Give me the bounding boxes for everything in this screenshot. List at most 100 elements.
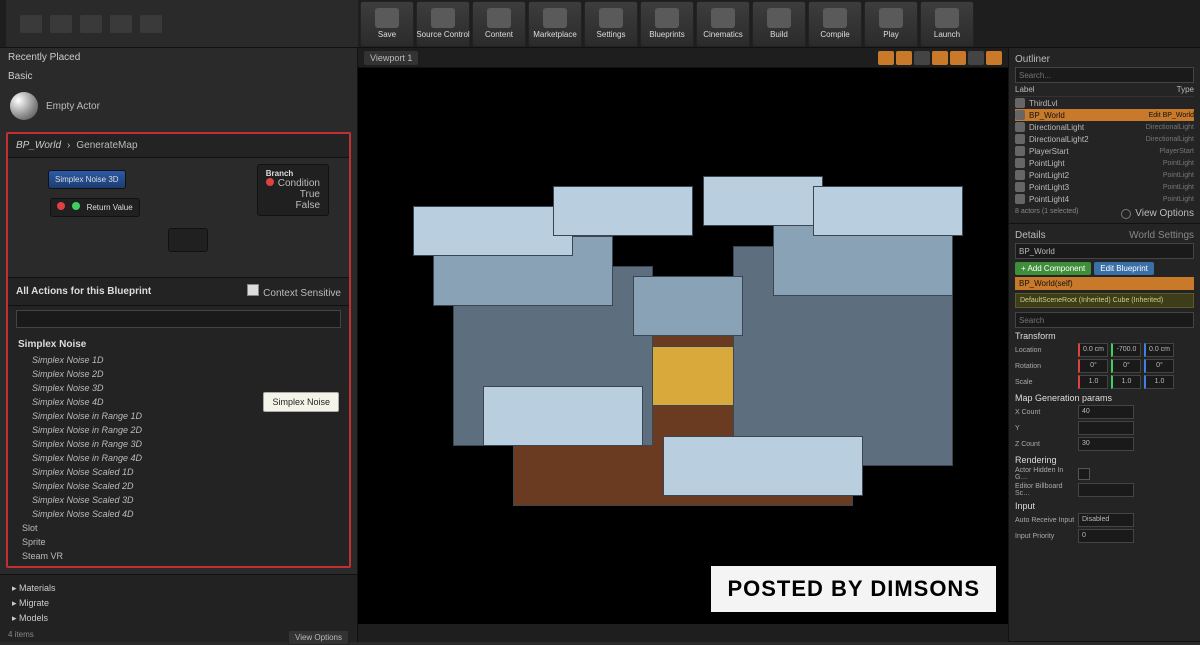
location-z-input[interactable]: 0.0 cm bbox=[1144, 343, 1174, 357]
transform-header[interactable]: Transform bbox=[1015, 328, 1194, 342]
content-folder[interactable]: ▸ Models bbox=[8, 611, 349, 626]
zcount-input[interactable]: 30 bbox=[1078, 437, 1134, 451]
view-options-button[interactable]: View Options bbox=[1121, 208, 1194, 219]
outliner-col-type[interactable]: Type bbox=[1177, 85, 1194, 94]
mode-tab[interactable] bbox=[80, 15, 102, 33]
details-tab[interactable]: Details bbox=[1015, 230, 1046, 241]
viewport-mode-button[interactable] bbox=[896, 51, 912, 65]
y-input[interactable] bbox=[1078, 421, 1134, 435]
visibility-eye-icon[interactable] bbox=[1015, 170, 1025, 180]
toolbar-content-button[interactable]: Content bbox=[472, 1, 526, 47]
outliner-search-input[interactable] bbox=[1015, 67, 1194, 83]
viewport-mode-button[interactable] bbox=[968, 51, 984, 65]
outliner-row[interactable]: PointLight3PointLight bbox=[1015, 181, 1194, 193]
visibility-eye-icon[interactable] bbox=[1015, 146, 1025, 156]
toolbar-compile-button[interactable]: Compile bbox=[808, 1, 862, 47]
viewport-mode-button[interactable] bbox=[986, 51, 1002, 65]
tree-item[interactable]: Simplex Noise in Range 4D bbox=[8, 451, 349, 465]
visibility-eye-icon[interactable] bbox=[1015, 194, 1025, 204]
rotation-x-input[interactable]: 0° bbox=[1078, 359, 1108, 373]
add-component-button[interactable]: + Add Component bbox=[1015, 262, 1091, 275]
tree-item[interactable]: Simplex Noise Scaled 2D bbox=[8, 479, 349, 493]
mode-tab[interactable] bbox=[50, 15, 72, 33]
viewport-3d[interactable]: POSTED BY DIMSONS bbox=[358, 68, 1008, 624]
mode-tab[interactable] bbox=[140, 15, 162, 33]
viewport-mode-button[interactable] bbox=[878, 51, 894, 65]
toolbar-marketplace-button[interactable]: Marketplace bbox=[528, 1, 582, 47]
outliner-row[interactable]: PointLightPointLight bbox=[1015, 157, 1194, 169]
context-sensitive-toggle[interactable]: Context Sensitive bbox=[247, 284, 341, 299]
component-root-row[interactable]: BP_World(self) bbox=[1015, 277, 1194, 290]
toolbar-build-button[interactable]: Build bbox=[752, 1, 806, 47]
scale-y-input[interactable]: 1.0 bbox=[1111, 375, 1141, 389]
tree-item[interactable]: Sprite bbox=[8, 535, 349, 549]
location-y-input[interactable]: -700.0 cm bbox=[1111, 343, 1141, 357]
outliner-row[interactable]: PointLight2PointLight bbox=[1015, 169, 1194, 181]
actions-tree[interactable]: Simplex Noise Simplex Noise 1DSimplex No… bbox=[8, 332, 349, 566]
tree-category[interactable]: Simplex Noise bbox=[8, 336, 349, 353]
outliner-row[interactable]: PointLight4PointLight bbox=[1015, 193, 1194, 205]
visibility-eye-icon[interactable] bbox=[1015, 122, 1025, 132]
actor-hidden-checkbox[interactable] bbox=[1078, 468, 1090, 480]
visibility-eye-icon[interactable] bbox=[1015, 134, 1025, 144]
viewport-mode-button[interactable] bbox=[914, 51, 930, 65]
toolbar-blueprints-button[interactable]: Blueprints bbox=[640, 1, 694, 47]
auto-receive-dropdown[interactable]: Disabled bbox=[1078, 513, 1134, 527]
rendering-header[interactable]: Rendering bbox=[1015, 452, 1194, 466]
tree-item[interactable]: Simplex Noise in Range 2D bbox=[8, 423, 349, 437]
mapgen-header[interactable]: Map Generation params bbox=[1015, 390, 1194, 404]
tree-item[interactable]: Simplex Noise 2D bbox=[8, 367, 349, 381]
blueprint-graph[interactable]: Simplex Noise 3D Return Value Branch Con… bbox=[8, 158, 349, 278]
visibility-eye-icon[interactable] bbox=[1015, 182, 1025, 192]
edit-blueprint-button[interactable]: Edit Blueprint bbox=[1094, 262, 1154, 275]
graph-node-simplex[interactable]: Simplex Noise 3D bbox=[48, 170, 126, 189]
toolbar-source-control-button[interactable]: Source Control bbox=[416, 1, 470, 47]
visibility-eye-icon[interactable] bbox=[1015, 98, 1025, 108]
tree-item[interactable]: Simplex Noise Scaled 3D bbox=[8, 493, 349, 507]
tree-item[interactable]: Simplex Noise Scaled 1D bbox=[8, 465, 349, 479]
outliner-row[interactable]: BP_WorldEdit BP_World bbox=[1015, 109, 1194, 121]
viewport-mode-button[interactable] bbox=[932, 51, 948, 65]
rotation-y-input[interactable]: 0° bbox=[1111, 359, 1141, 373]
rotation-z-input[interactable]: 0° bbox=[1144, 359, 1174, 373]
toolbar-cinematics-button[interactable]: Cinematics bbox=[696, 1, 750, 47]
view-options-button[interactable]: View Options bbox=[288, 630, 349, 645]
visibility-eye-icon[interactable] bbox=[1015, 158, 1025, 168]
visibility-eye-icon[interactable] bbox=[1015, 110, 1025, 120]
content-folder[interactable]: ▸ Materials bbox=[8, 581, 349, 596]
graph-node-small[interactable] bbox=[168, 228, 208, 252]
viewport-mode-button[interactable] bbox=[950, 51, 966, 65]
scale-z-input[interactable]: 1.0 bbox=[1144, 375, 1174, 389]
input-priority-input[interactable]: 0 bbox=[1078, 529, 1134, 543]
outliner-row[interactable]: DirectionalLight2DirectionalLight bbox=[1015, 133, 1194, 145]
xcount-input[interactable]: 40 bbox=[1078, 405, 1134, 419]
empty-actor-item[interactable]: Empty Actor bbox=[0, 86, 357, 126]
outliner-row[interactable]: ThirdLvl bbox=[1015, 97, 1194, 109]
object-name-field[interactable] bbox=[1015, 243, 1194, 259]
details-search-input[interactable] bbox=[1015, 312, 1194, 328]
tree-item[interactable]: Tutorial bbox=[8, 563, 349, 566]
toolbar-save-button[interactable]: Save bbox=[360, 1, 414, 47]
outliner-row[interactable]: PlayerStartPlayerStart bbox=[1015, 145, 1194, 157]
outliner-row[interactable]: DirectionalLightDirectionalLight bbox=[1015, 121, 1194, 133]
toolbar-play-button[interactable]: Play bbox=[864, 1, 918, 47]
toolbar-launch-button[interactable]: Launch bbox=[920, 1, 974, 47]
content-folder[interactable]: ▸ Migrate bbox=[8, 596, 349, 611]
world-settings-tab[interactable]: World Settings bbox=[1129, 230, 1194, 241]
tree-item[interactable]: Steam VR bbox=[8, 549, 349, 563]
mode-tab[interactable] bbox=[110, 15, 132, 33]
outliner-col-label[interactable]: Label bbox=[1015, 85, 1035, 94]
actions-search-input[interactable] bbox=[16, 310, 341, 328]
graph-node-branch[interactable]: Branch Condition True False bbox=[257, 164, 329, 216]
viewport-tab[interactable]: Viewport 1 bbox=[364, 51, 418, 65]
tree-item[interactable]: Simplex Noise 1D bbox=[8, 353, 349, 367]
location-x-input[interactable]: 0.0 cm bbox=[1078, 343, 1108, 357]
tree-item[interactable]: Simplex Noise Scaled 4D bbox=[8, 507, 349, 521]
billboard-input[interactable] bbox=[1078, 483, 1134, 497]
mode-tab[interactable] bbox=[20, 15, 42, 33]
tree-item[interactable]: Slot bbox=[8, 521, 349, 535]
scale-x-input[interactable]: 1.0 bbox=[1078, 375, 1108, 389]
breadcrumb[interactable]: BP_World › GenerateMap bbox=[8, 134, 349, 158]
tree-item[interactable]: Simplex Noise in Range 3D bbox=[8, 437, 349, 451]
toolbar-settings-button[interactable]: Settings bbox=[584, 1, 638, 47]
